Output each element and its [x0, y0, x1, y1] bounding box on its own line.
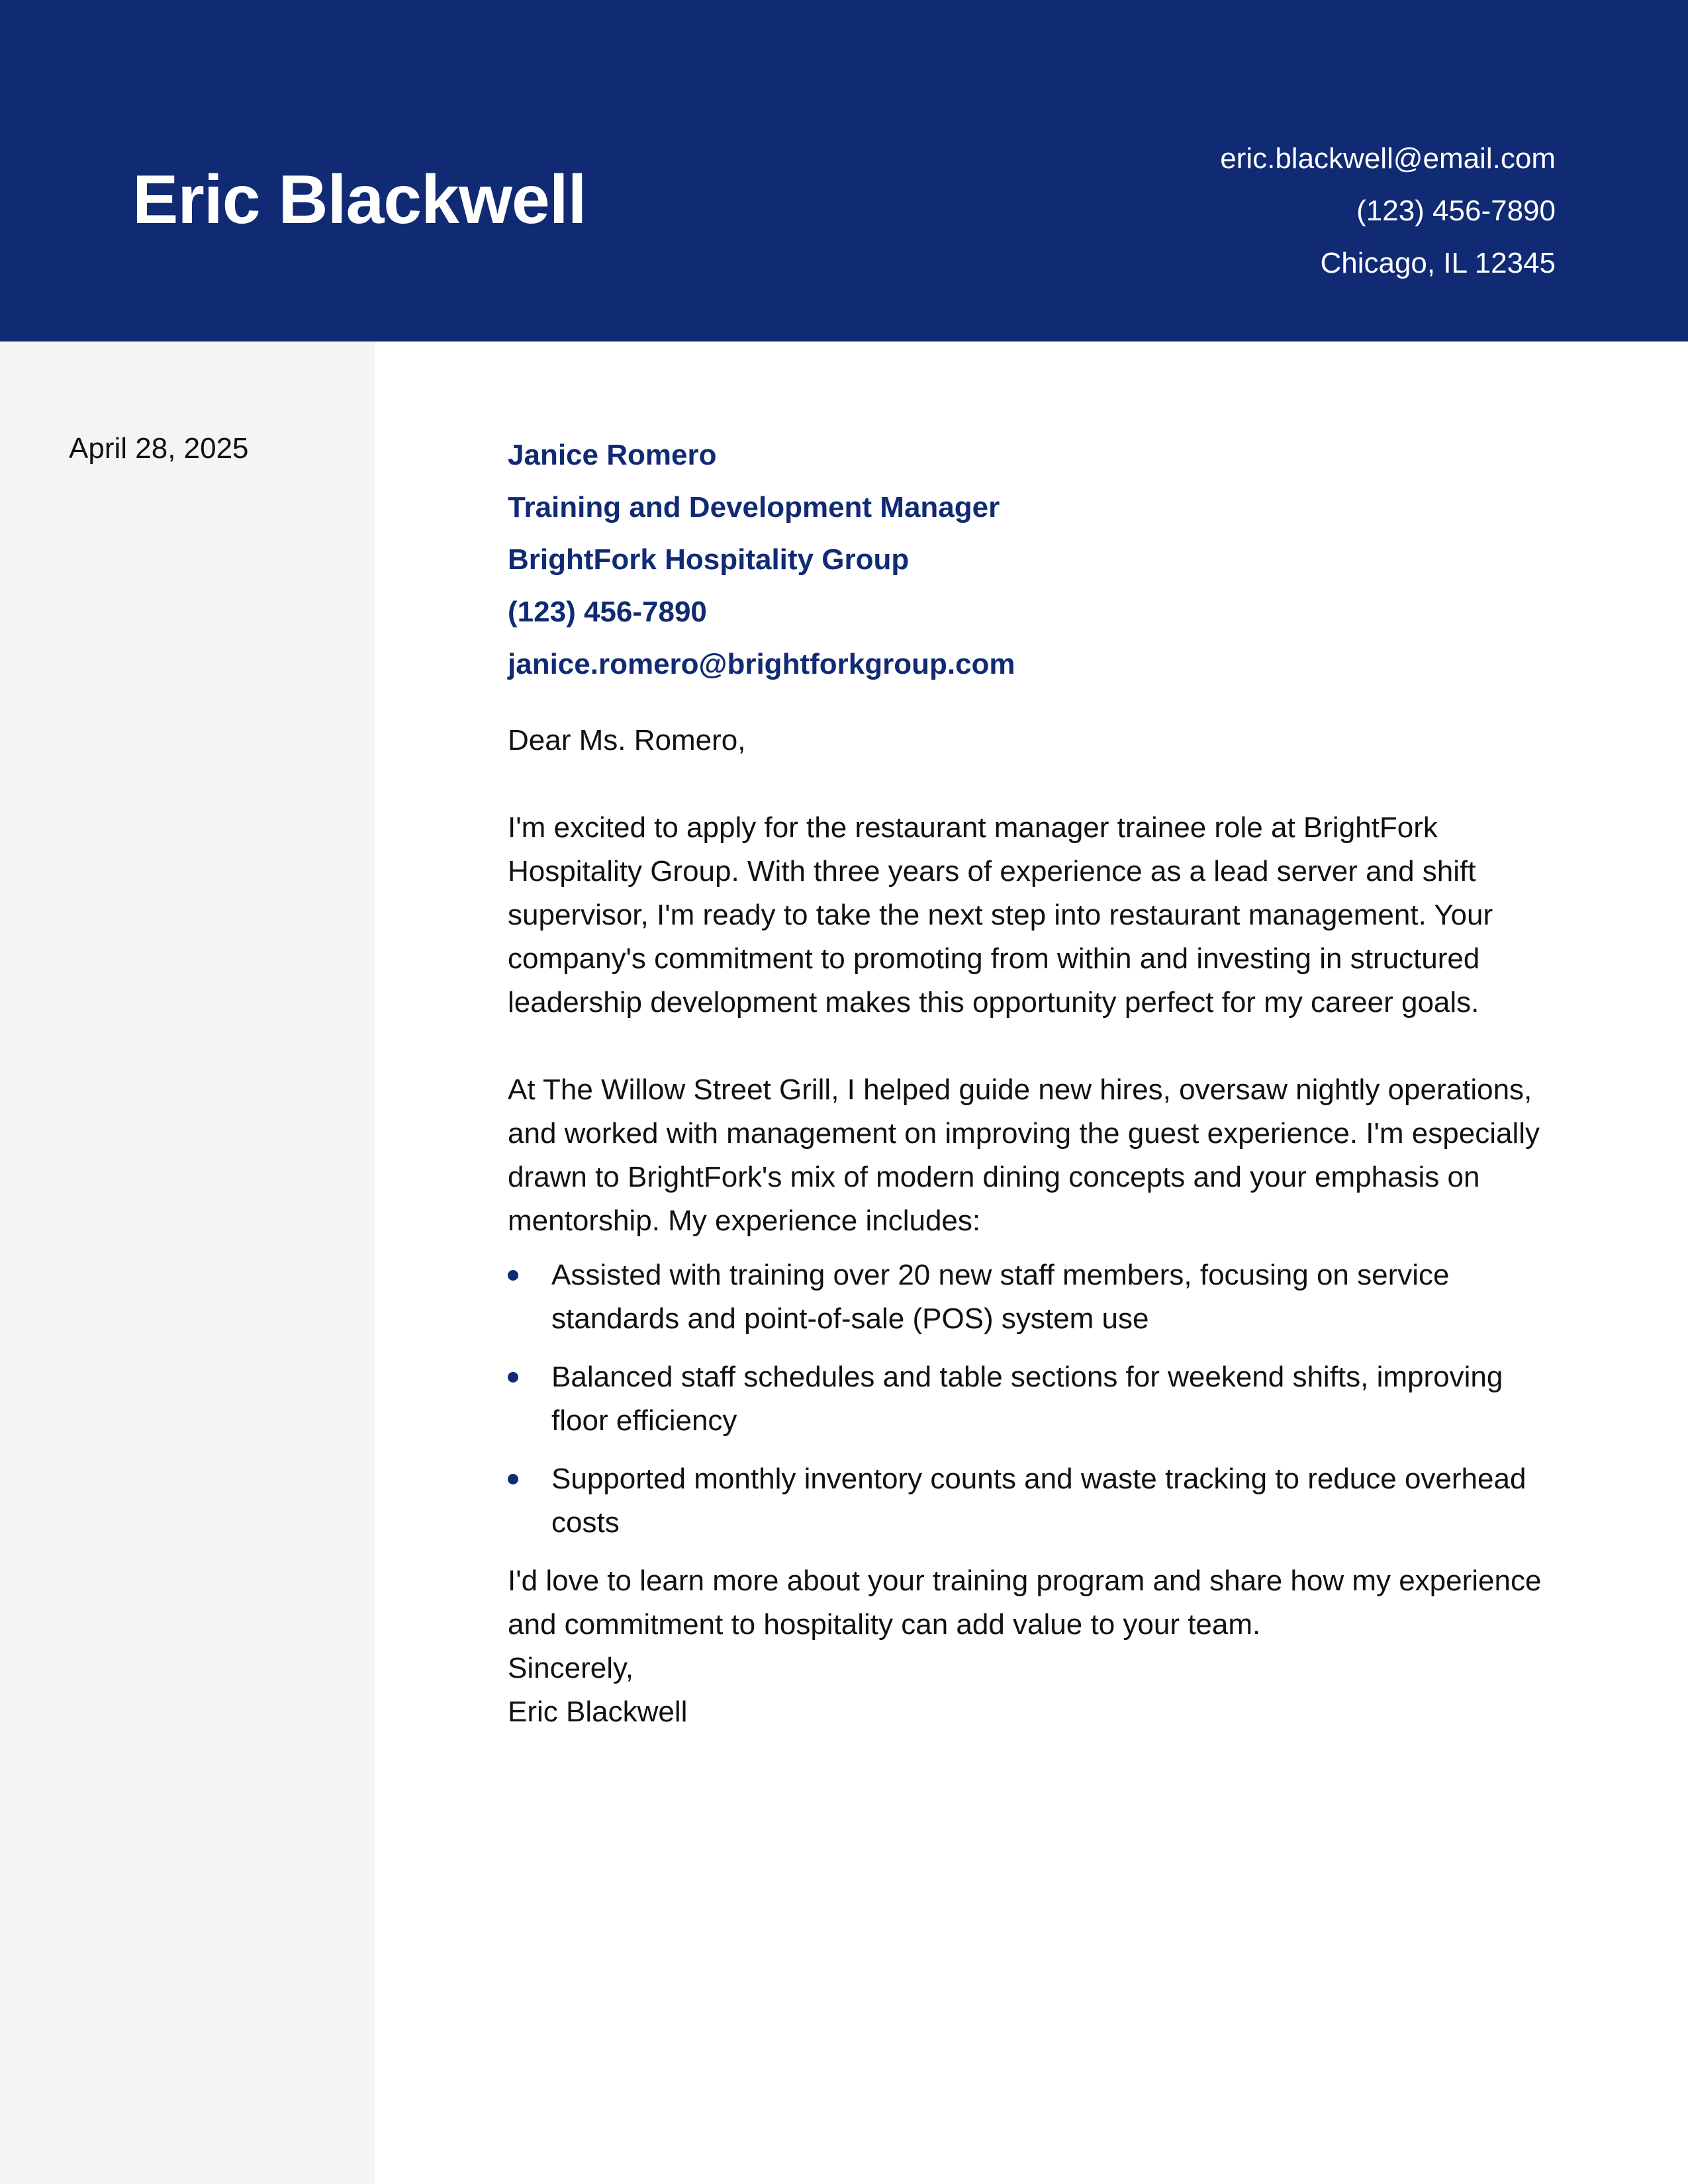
paragraph-intro: I'm excited to apply for the restaurant … [508, 811, 1493, 1019]
sign-off: Sincerely, [508, 1652, 633, 1684]
bullet-icon [508, 1270, 518, 1281]
recipient-block: Janice Romero Training and Development M… [508, 429, 1560, 690]
bullet-icon [508, 1474, 518, 1484]
recipient-title: Training and Development Manager [508, 491, 1000, 523]
sender-phone: (123) 456-7890 [1356, 195, 1556, 227]
sender-email: eric.blackwell@email.com [1220, 142, 1556, 175]
paragraph-experience: At The Willow Street Grill, I helped gui… [508, 1073, 1540, 1237]
list-item-text: Balanced staff schedules and table secti… [551, 1361, 1503, 1437]
sender-name: Eric Blackwell [132, 161, 587, 238]
recipient-company: BrightFork Hospitality Group [508, 543, 910, 576]
closing-paragraph: I'd love to learn more about your traini… [508, 1565, 1542, 1641]
recipient-name: Janice Romero [508, 439, 717, 471]
list-item-text: Assisted with training over 20 new staff… [551, 1259, 1450, 1335]
recipient-phone: (123) 456-7890 [508, 596, 707, 628]
salutation: Dear Ms. Romero, [508, 724, 746, 756]
list-item: Supported monthly inventory counts and w… [508, 1457, 1560, 1545]
bullet-icon [508, 1372, 518, 1383]
list-item: Assisted with training over 20 new staff… [508, 1253, 1560, 1341]
recipient-email: janice.romero@brightforkgroup.com [508, 648, 1015, 680]
experience-list: Assisted with training over 20 new staff… [508, 1253, 1560, 1545]
left-sidebar [0, 341, 375, 2184]
list-item: Balanced staff schedules and table secti… [508, 1355, 1560, 1443]
header-banner: Eric Blackwell eric.blackwell@email.com … [0, 0, 1688, 341]
letter-body: Janice Romero Training and Development M… [508, 429, 1560, 1734]
sender-location: Chicago, IL 12345 [1320, 247, 1556, 279]
sender-contact: eric.blackwell@email.com (123) 456-7890 … [1220, 132, 1556, 289]
signature: Eric Blackwell [508, 1696, 688, 1728]
list-item-text: Supported monthly inventory counts and w… [551, 1463, 1526, 1539]
letter-date: April 28, 2025 [69, 432, 249, 465]
